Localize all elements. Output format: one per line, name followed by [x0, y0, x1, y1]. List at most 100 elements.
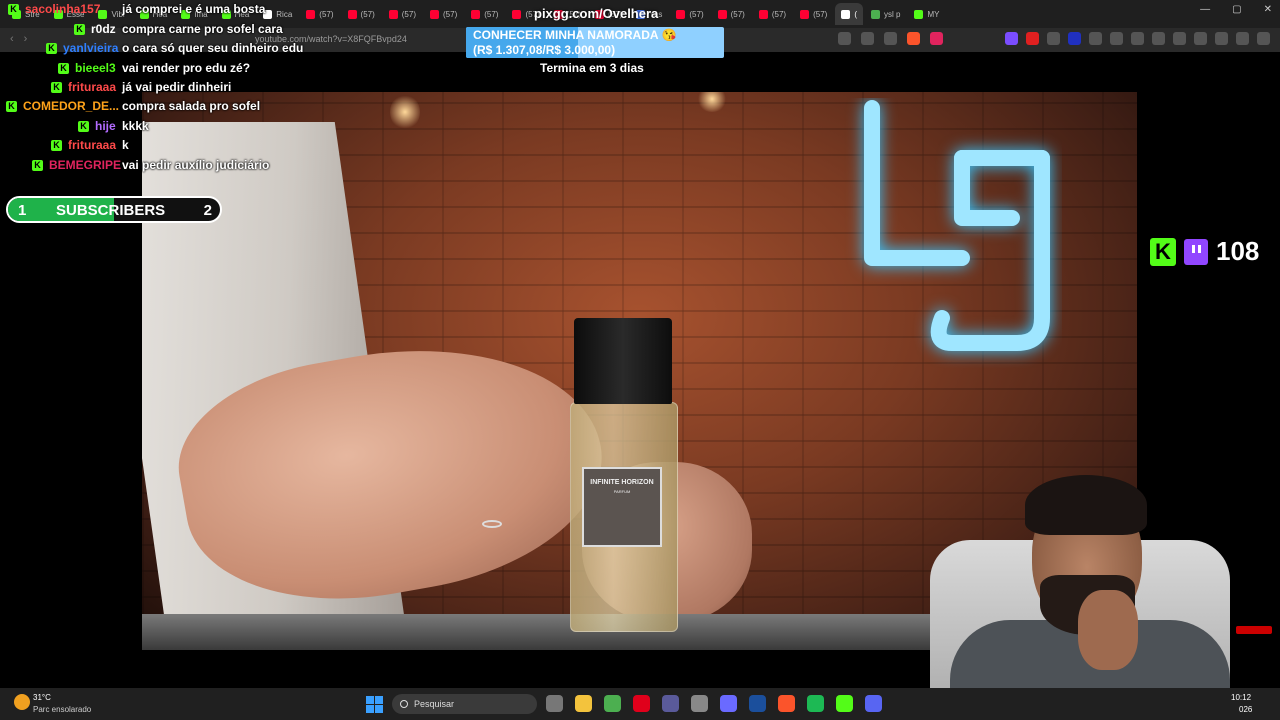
- ceiling-light: [390, 94, 420, 130]
- extension-icon[interactable]: [1026, 32, 1039, 45]
- browser-tab[interactable]: (57): [383, 3, 422, 25]
- tab-favicon-icon: [388, 9, 398, 19]
- browser-tab[interactable]: ysl p: [865, 3, 906, 25]
- chat-text: vai pedir auxílio judiciário: [122, 158, 270, 172]
- tab-favicon-icon: [758, 9, 768, 19]
- tab-label: (57): [771, 9, 787, 19]
- chat-username: bieeel3: [75, 61, 116, 75]
- address-actions: [838, 32, 943, 45]
- chat-message: Kfrituraaa k: [0, 136, 300, 154]
- kick-icon[interactable]: [836, 695, 853, 712]
- browser-tab[interactable]: (: [835, 3, 863, 25]
- music-icon[interactable]: [1152, 32, 1165, 45]
- brave-shield-icon[interactable]: [907, 32, 920, 45]
- app-icon[interactable]: [662, 695, 679, 712]
- browser-tab[interactable]: (57): [300, 3, 339, 25]
- browser-tab[interactable]: MY: [908, 3, 945, 25]
- zoom-icon[interactable]: [884, 32, 897, 45]
- tab-label: (57): [319, 9, 334, 19]
- steam-icon[interactable]: [749, 695, 766, 712]
- maximize-button[interactable]: ▢: [1232, 4, 1241, 15]
- tab-favicon-icon: [914, 9, 924, 19]
- extension-icon[interactable]: [1131, 32, 1144, 45]
- donation-goal-title: CONHECER MINHA NAMORADA 😘: [473, 28, 677, 42]
- cast-icon[interactable]: [838, 32, 851, 45]
- kick-badge-icon: K: [74, 23, 85, 35]
- extension-icon[interactable]: [1089, 32, 1102, 45]
- product-name: INFINITE HORIZON: [590, 479, 654, 486]
- viewer-count: 108: [1216, 236, 1260, 266]
- clock-time[interactable]: 10:12: [1231, 693, 1251, 702]
- windows-start-icon[interactable]: [366, 696, 383, 713]
- tab-favicon-icon: [800, 9, 810, 19]
- extension-icon[interactable]: [1068, 32, 1081, 45]
- vpn-icon[interactable]: [1236, 32, 1249, 45]
- streamer-hair: [1025, 475, 1147, 535]
- rewards-icon[interactable]: [930, 32, 943, 45]
- share-icon[interactable]: [861, 32, 874, 45]
- brave-icon[interactable]: [778, 695, 795, 712]
- screen: Stre Esse Vibr Hea Ima Hea Rica (57) (57) (57) (57…: [0, 0, 1280, 720]
- pix-url: pixgg.com/Ovelhera: [534, 6, 659, 21]
- tab-favicon-icon: [306, 9, 316, 19]
- chat-text: vai render pro edu zé?: [122, 61, 251, 75]
- kick-badge-icon: K: [8, 3, 19, 15]
- weather-temperature[interactable]: 31°C: [33, 693, 51, 702]
- chrome-icon[interactable]: [604, 695, 621, 712]
- discord-icon[interactable]: [865, 695, 882, 712]
- explorer-icon[interactable]: [575, 695, 592, 712]
- subscriber-current: 1: [18, 202, 27, 219]
- kick-badge-icon: K: [6, 100, 17, 112]
- browser-tab[interactable]: (57): [342, 3, 381, 25]
- tab-favicon-icon: [676, 9, 686, 19]
- donation-goal-amount: (R$ 1.307,08/R$ 3.000,00): [473, 43, 616, 57]
- close-window-button[interactable]: ✕: [1264, 4, 1272, 15]
- tab-label: (57): [813, 9, 828, 19]
- chat-text: kkkk: [122, 119, 149, 133]
- tab-label: (57): [689, 9, 704, 19]
- extension-icon[interactable]: [1005, 32, 1018, 45]
- chat-message: K COMEDOR_DE... compra salada pro sofel: [0, 97, 300, 115]
- puzzle-icon[interactable]: [1110, 32, 1123, 45]
- clock-date[interactable]: 026: [1239, 705, 1252, 714]
- minimize-button[interactable]: —: [1200, 4, 1210, 15]
- kick-badge-icon: K: [51, 139, 62, 151]
- weather-icon[interactable]: [14, 694, 30, 710]
- subscriber-target: 2: [203, 202, 212, 219]
- browser-tab[interactable]: (57): [465, 3, 504, 25]
- kick-badge-icon: K: [32, 159, 43, 171]
- chat-username: frituraaa: [68, 138, 117, 152]
- extension-icon[interactable]: [1047, 32, 1060, 45]
- spotify-icon[interactable]: [807, 695, 824, 712]
- browser-tab[interactable]: (57): [794, 3, 833, 25]
- tab-label: MY: [927, 9, 940, 19]
- browser-tab[interactable]: (57): [670, 3, 709, 25]
- browser-tab[interactable]: (57): [712, 3, 751, 25]
- sidebar-icon[interactable]: [1173, 32, 1186, 45]
- task-view-icon[interactable]: [546, 695, 563, 712]
- webcam-overlay: [900, 470, 1230, 720]
- chat-text: já comprei e é uma bosta: [122, 2, 266, 16]
- chat-username: hije: [95, 119, 116, 133]
- chat-message: Kfrituraaa já vai pedir dinheiri: [0, 78, 300, 96]
- menu-icon[interactable]: [1257, 32, 1270, 45]
- search-placeholder: Pesquisar: [414, 699, 455, 709]
- perfume-label: INFINITE HORIZON PARFUM: [582, 467, 662, 547]
- opera-icon[interactable]: [633, 695, 650, 712]
- tab-label: (57): [443, 9, 458, 19]
- github-icon[interactable]: [691, 695, 708, 712]
- weather-description[interactable]: Parc ensolarado: [33, 705, 91, 714]
- app2-icon[interactable]: [720, 695, 737, 712]
- wallet-icon[interactable]: [1194, 32, 1207, 45]
- tab-label: (: [854, 9, 857, 19]
- subscriber-goal-bar: 1 SUBSCRIBERS 2: [6, 196, 222, 223]
- browser-tab[interactable]: (57): [753, 3, 792, 25]
- kick-badge-icon: K: [51, 81, 62, 93]
- tab-label: (57): [360, 9, 375, 19]
- tab-favicon-icon: [347, 9, 357, 19]
- leo-icon[interactable]: [1215, 32, 1228, 45]
- chat-username: COMEDOR_DE...: [23, 99, 120, 113]
- browser-tab[interactable]: (57): [424, 3, 463, 25]
- kick-badge-icon: K: [78, 120, 89, 132]
- taskbar-search[interactable]: Pesquisar: [392, 694, 537, 714]
